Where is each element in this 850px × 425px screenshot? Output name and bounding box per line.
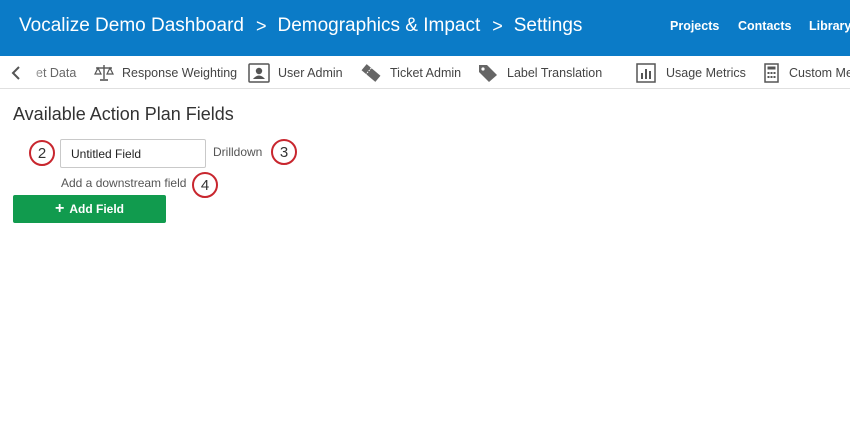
field-name-input[interactable] — [60, 139, 206, 168]
breadcrumb-page[interactable]: Demographics & Impact — [277, 15, 480, 37]
annotation-marker-2: 2 — [29, 140, 55, 166]
toolbar-item-label: Label Translation — [507, 65, 603, 80]
user-card-icon — [248, 62, 270, 83]
chevron-left-icon[interactable] — [9, 65, 23, 81]
plus-icon: + — [54, 200, 65, 217]
toolbar-item-ticket-admin[interactable]: Ticket Admin — [360, 56, 462, 88]
toolbar-item-label: Ticket Admin — [390, 65, 462, 80]
toolbar-item-label: Custom Me — [789, 65, 850, 80]
toolbar-item-user-admin[interactable]: User Admin — [248, 56, 343, 88]
annotation-marker-4: 4 — [192, 172, 218, 198]
add-downstream-field-link[interactable]: Add a downstream field — [61, 176, 186, 190]
breadcrumb-separator: > — [492, 15, 503, 36]
scale-icon — [94, 64, 114, 81]
top-header: Vocalize Demo Dashboard > Demographics &… — [0, 0, 850, 56]
toolbar-item-custom-metrics[interactable]: Custom Me — [763, 56, 850, 88]
settings-toolbar: et Data Response Weighting User Admin Ti… — [0, 56, 850, 89]
page-title: Available Action Plan Fields — [13, 104, 234, 124]
calculator-icon — [764, 62, 779, 83]
annotation-marker-3: 3 — [271, 139, 297, 165]
nav-library[interactable]: Library — [809, 19, 850, 33]
toolbar-item-response-weighting[interactable]: Response Weighting — [94, 56, 238, 88]
add-field-label: Add Field — [69, 202, 124, 216]
breadcrumb: Vocalize Demo Dashboard > Demographics &… — [19, 15, 582, 37]
drilldown-label[interactable]: Drilldown — [213, 145, 262, 159]
breadcrumb-separator: > — [255, 15, 267, 36]
toolbar-item-label-translation[interactable]: Label Translation — [477, 56, 603, 88]
bar-chart-icon — [636, 62, 656, 83]
tag-icon — [479, 64, 497, 82]
toolbar-item-label: User Admin — [278, 65, 343, 80]
toolbar-item-label: Usage Metrics — [666, 65, 746, 80]
add-field-button[interactable]: + Add Field — [13, 195, 166, 223]
toolbar-item-label: Response Weighting — [122, 65, 238, 80]
breadcrumb-dashboard[interactable]: Vocalize Demo Dashboard — [19, 15, 244, 37]
nav-projects[interactable]: Projects — [670, 19, 719, 33]
nav-contacts[interactable]: Contacts — [738, 19, 791, 33]
toolbar-item-usage-metrics[interactable]: Usage Metrics — [636, 56, 746, 88]
scroll-fade — [22, 56, 46, 88]
breadcrumb-settings[interactable]: Settings — [514, 15, 583, 37]
ticket-icon — [361, 63, 381, 82]
